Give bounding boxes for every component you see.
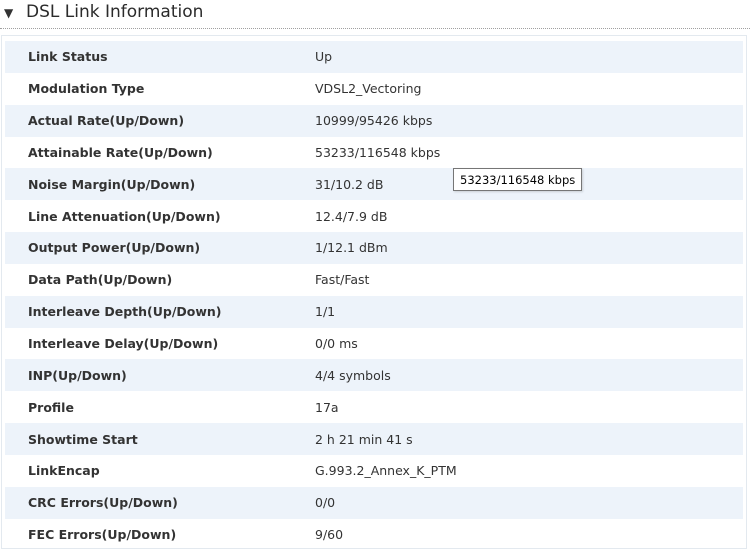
row-value: 12.4/7.9 dB (315, 208, 388, 224)
dsl-info-table: Link Status Up Modulation Type VDSL2_Vec… (1, 35, 747, 549)
table-rows: Link Status Up Modulation Type VDSL2_Vec… (5, 41, 743, 551)
table-row: Interleave Depth(Up/Down) 1/1 (5, 295, 743, 328)
row-value: 2 h 21 min 41 s (315, 431, 413, 447)
row-label: Link Status (28, 49, 108, 65)
table-row: CRC Errors(Up/Down) 0/0 (5, 486, 743, 519)
row-label: LinkEncap (28, 463, 100, 479)
table-row: Profile 17a (5, 391, 743, 423)
row-label: Profile (28, 399, 74, 415)
row-label: Actual Rate(Up/Down) (28, 113, 185, 129)
table-row: FEC Errors(Up/Down) 9/60 (5, 519, 743, 551)
table-row: Line Attenuation(Up/Down) 12.4/7.9 dB (5, 200, 743, 232)
row-label: Line Attenuation(Up/Down) (28, 208, 221, 224)
row-value: Up (315, 49, 333, 65)
table-row: Actual Rate(Up/Down) 10999/95426 kbps (5, 104, 743, 137)
row-label: Output Power(Up/Down) (28, 240, 201, 256)
row-value: 10999/95426 kbps (315, 113, 433, 129)
row-value: 1/12.1 dBm (315, 240, 388, 256)
row-label: Data Path(Up/Down) (28, 272, 173, 288)
hover-tooltip: 53233/116548 kbps (453, 168, 583, 191)
row-label: Modulation Type (28, 81, 145, 97)
table-row: LinkEncap G.993.2_Annex_K_PTM (5, 455, 743, 487)
row-value: 4/4 symbols (315, 367, 391, 383)
section-header: ▼ DSL Link Information (0, 0, 750, 29)
row-value: Fast/Fast (315, 272, 370, 288)
row-value: G.993.2_Annex_K_PTM (315, 463, 457, 479)
row-value: 1/1 (315, 304, 336, 320)
row-value: 0/0 ms (315, 336, 358, 352)
table-row: Link Status Up (5, 41, 743, 73)
table-row: Output Power(Up/Down) 1/12.1 dBm (5, 232, 743, 264)
table-row: INP(Up/Down) 4/4 symbols (5, 359, 743, 392)
row-value: 9/60 (315, 527, 344, 543)
section-title: DSL Link Information (26, 2, 204, 22)
row-label: INP(Up/Down) (28, 367, 127, 383)
row-label: Interleave Depth(Up/Down) (28, 304, 222, 320)
row-label: Noise Margin(Up/Down) (28, 176, 196, 192)
row-label: CRC Errors(Up/Down) (28, 495, 178, 511)
row-value: VDSL2_Vectoring (315, 81, 422, 97)
table-row: Data Path(Up/Down) Fast/Fast (5, 264, 743, 296)
row-label: FEC Errors(Up/Down) (28, 527, 177, 543)
row-value: 17a (315, 399, 339, 415)
row-label: Showtime Start (28, 431, 138, 447)
triangle-down-icon[interactable]: ▼ (4, 6, 18, 20)
table-row: Showtime Start 2 h 21 min 41 s (5, 423, 743, 455)
row-value: 53233/116548 kbps (315, 144, 441, 160)
table-row: Interleave Delay(Up/Down) 0/0 ms (5, 328, 743, 360)
table-row: Modulation Type VDSL2_Vectoring (5, 73, 743, 105)
row-value: 0/0 (315, 495, 336, 511)
row-label: Attainable Rate(Up/Down) (28, 144, 213, 160)
table-row: Attainable Rate(Up/Down) 53233/116548 kb… (5, 137, 743, 169)
table-row: Noise Margin(Up/Down) 31/10.2 dB (5, 168, 743, 201)
row-label: Interleave Delay(Up/Down) (28, 336, 219, 352)
row-value: 31/10.2 dB (315, 176, 384, 192)
